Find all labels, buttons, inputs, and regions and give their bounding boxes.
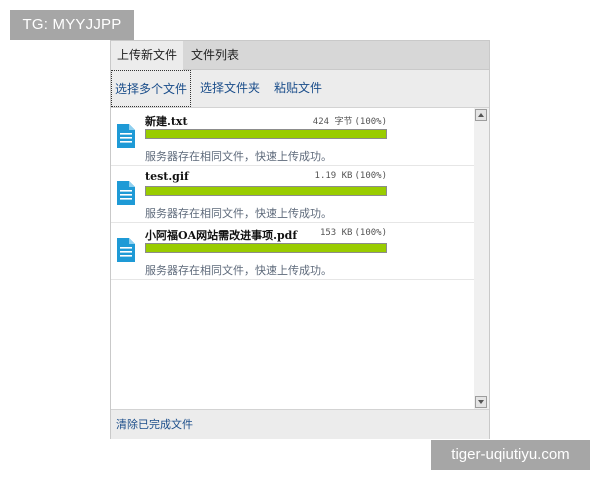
arrow-down-icon [478,400,484,404]
watermark-bottom-right: tiger-uqiutiyu.com [431,440,590,470]
text-file-icon [117,181,135,205]
upload-panel: 上传新文件 文件列表 选择多个文件 选择文件夹 粘贴文件 新建.txt 424 … [110,40,490,439]
list-item[interactable]: 小阿福OA网站需改进事项.pdf 153 KB (100%) 服务器存在相同文件，… [111,222,474,280]
tab-file-list[interactable]: 文件列表 [183,41,247,69]
upload-file-list: 新建.txt 424 字节 (100%) 服务器存在相同文件，快速上传成功。 te… [111,108,474,409]
list-item[interactable]: 新建.txt 424 字节 (100%) 服务器存在相同文件，快速上传成功。 [111,108,474,166]
file-size-value: 153 KB [319,228,353,238]
scroll-track[interactable] [475,122,488,395]
clear-completed-button[interactable]: 清除已完成文件 [116,410,193,439]
progress-fill [146,244,386,252]
file-size: 424 字节 (100%) [313,114,387,127]
upload-status: 服务器存在相同文件，快速上传成功。 [145,264,332,277]
tab-upload-new-file[interactable]: 上传新文件 [111,41,183,70]
progress-bar [145,129,387,139]
upload-toolbar: 选择多个文件 选择文件夹 粘贴文件 [111,70,489,108]
progress-bar [145,243,387,253]
file-size: 1.19 KB (100%) [315,171,387,181]
progress-fill [146,130,386,138]
file-name: 小阿福OA网站需改进事项.pdf [145,229,298,242]
scroll-down-button[interactable] [475,396,487,408]
text-file-icon [117,124,135,148]
file-percent: (100%) [354,117,387,127]
file-size: 153 KB (100%) [320,228,387,238]
tab-label: 文件列表 [190,48,239,62]
upload-status: 服务器存在相同文件，快速上传成功。 [145,150,332,163]
file-percent: (100%) [354,228,387,238]
file-name: test.gif [145,170,189,183]
tab-label: 上传新文件 [116,48,177,62]
vertical-scrollbar[interactable] [474,108,489,409]
file-size-value: 1.19 KB [314,171,353,181]
panel-footer: 清除已完成文件 [111,409,489,439]
text-file-icon [117,238,135,262]
progress-bar [145,186,387,196]
tab-bar: 上传新文件 文件列表 [111,41,489,70]
list-item[interactable]: test.gif 1.19 KB (100%) 服务器存在相同文件，快速上传成功。 [111,165,474,223]
scroll-up-button[interactable] [475,109,487,121]
progress-fill [146,187,386,195]
arrow-up-icon [478,113,484,117]
file-name: 新建.txt [145,115,188,128]
watermark-top-left: TG: MYYJJPP [10,10,134,40]
file-percent: (100%) [354,171,387,181]
file-size-value: 424 字节 [312,117,353,127]
upload-status: 服务器存在相同文件，快速上传成功。 [145,207,332,220]
select-multiple-files-button[interactable]: 选择多个文件 [111,70,191,107]
select-folder-button[interactable]: 选择文件夹 [197,70,263,107]
paste-file-button[interactable]: 粘贴文件 [271,70,325,107]
